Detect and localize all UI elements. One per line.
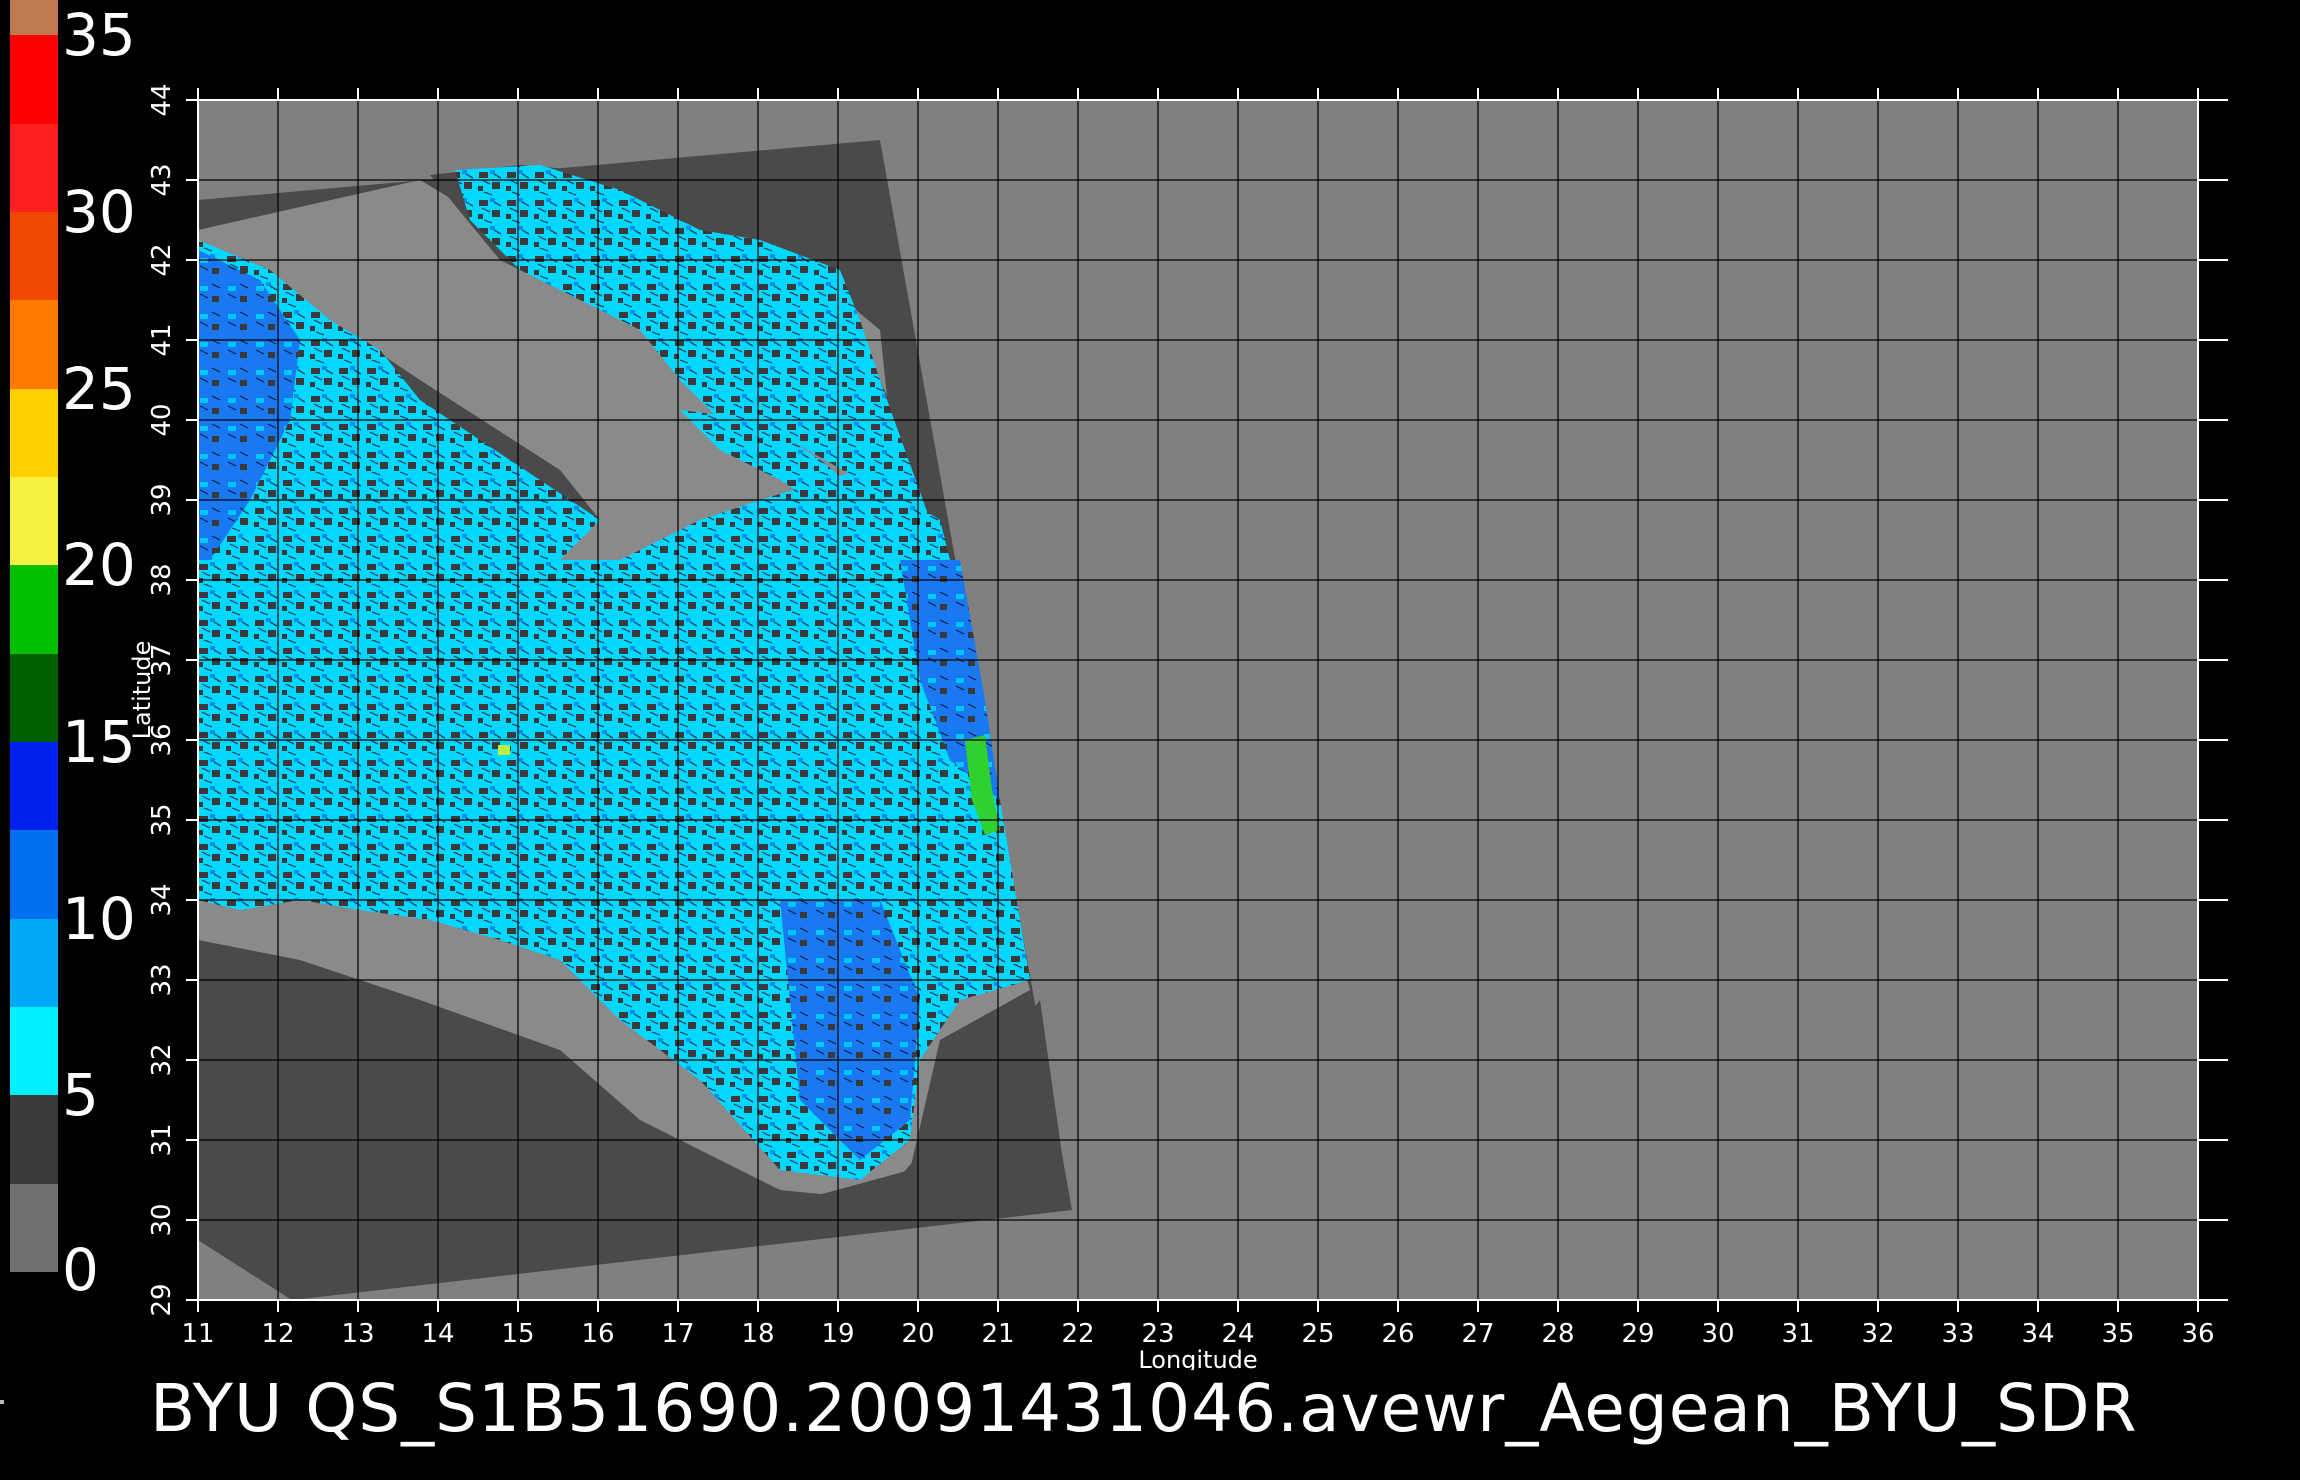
- x-tick-label-29: 29: [1621, 1319, 1654, 1349]
- x-tick-label-36: 36: [2181, 1319, 2214, 1349]
- y-tick-label-44: 44: [147, 83, 177, 116]
- x-tick-label-17: 17: [661, 1319, 694, 1349]
- y-tick-label-34: 34: [147, 883, 177, 916]
- x-tick-label-24: 24: [1221, 1319, 1254, 1349]
- x-tick-label-21: 21: [981, 1319, 1014, 1349]
- x-tick-label-15: 15: [501, 1319, 534, 1349]
- x-tick-label-20: 20: [901, 1319, 934, 1349]
- y-tick-label-41: 41: [147, 323, 177, 356]
- y-tick-label-38: 38: [147, 563, 177, 596]
- x-tick-label-30: 30: [1701, 1319, 1734, 1349]
- x-tick-label-14: 14: [421, 1319, 454, 1349]
- x-tick-label-35: 35: [2101, 1319, 2134, 1349]
- x-tick-label-12: 12: [261, 1319, 294, 1349]
- x-tick-label-31: 31: [1781, 1319, 1814, 1349]
- wind-field-high-spot: [498, 745, 510, 755]
- map-plot: 11 12 13 14 15 16 17 18 19 20 21 22 23 24 25 26 27 28 29 30…: [128, 83, 2228, 1370]
- chart-title: BYU QS_S1B51690.20091431046.avewr_Aegean…: [150, 1370, 2138, 1447]
- edge-marker: [0, 1400, 4, 1404]
- y-tick-label-39: 39: [147, 483, 177, 516]
- y-tick-label-35: 35: [147, 803, 177, 836]
- y-tick-label-42: 42: [147, 243, 177, 276]
- x-tick-label-18: 18: [741, 1319, 774, 1349]
- x-tick-label-25: 25: [1301, 1319, 1334, 1349]
- y-tick-label-29: 29: [147, 1283, 177, 1316]
- y-tick-label-40: 40: [147, 403, 177, 436]
- x-tick-label-27: 27: [1461, 1319, 1494, 1349]
- y-tick-label-32: 32: [147, 1043, 177, 1076]
- x-tick-label-13: 13: [341, 1319, 374, 1349]
- x-tick-label-28: 28: [1541, 1319, 1574, 1349]
- x-tick-label-34: 34: [2021, 1319, 2054, 1349]
- x-tick-label-11: 11: [181, 1319, 214, 1349]
- y-axis-title: Latitude: [128, 641, 156, 740]
- x-tick-label-22: 22: [1061, 1319, 1094, 1349]
- y-tick-label-33: 33: [147, 963, 177, 996]
- y-tick-label-31: 31: [147, 1123, 177, 1156]
- x-tick-label-19: 19: [821, 1319, 854, 1349]
- x-tick-label-26: 26: [1381, 1319, 1414, 1349]
- x-tick-label-23: 23: [1141, 1319, 1174, 1349]
- x-tick-label-33: 33: [1941, 1319, 1974, 1349]
- x-axis-title: Longitude: [1138, 1346, 1257, 1370]
- chart-figure: 0 5 10 15 20 25 30 35 11 12 13 14 15 16 …: [0, 0, 2300, 1480]
- x-tick-label-32: 32: [1861, 1319, 1894, 1349]
- y-tick-label-43: 43: [147, 163, 177, 196]
- x-tick-label-16: 16: [581, 1319, 614, 1349]
- y-tick-label-30: 30: [147, 1203, 177, 1236]
